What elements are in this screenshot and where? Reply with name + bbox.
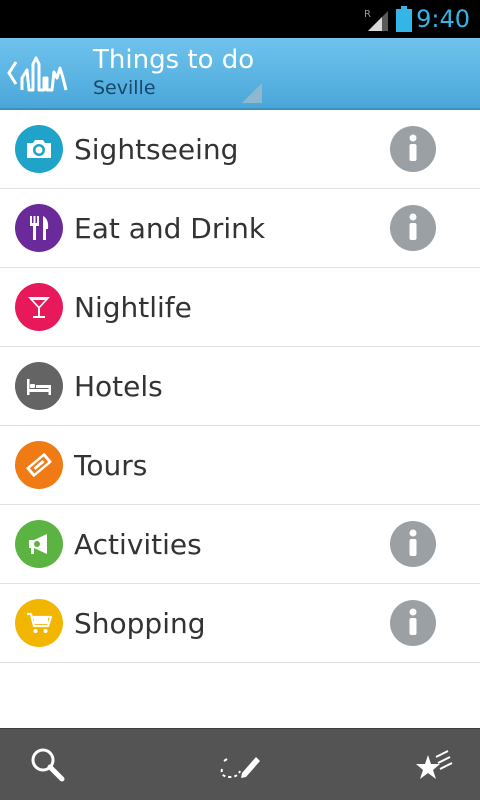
info-button[interactable]: [390, 126, 436, 172]
list-item-shopping[interactable]: Shopping: [0, 584, 480, 663]
status-time: 9:40: [416, 5, 470, 33]
favorites-button[interactable]: [410, 743, 454, 787]
roaming-indicator: R: [364, 9, 371, 20]
list-item-tours[interactable]: Tours: [0, 426, 480, 505]
list-item-hotels[interactable]: Hotels: [0, 347, 480, 426]
list-item-sightseeing[interactable]: Sightseeing: [0, 110, 480, 189]
shopping-cart-icon: [15, 599, 63, 647]
search-icon: [31, 748, 65, 782]
info-button[interactable]: [390, 521, 436, 567]
search-button[interactable]: [26, 743, 70, 787]
status-bar: R 9:40: [0, 0, 480, 38]
list-item-label: Eat and Drink: [74, 212, 266, 245]
location-title-block[interactable]: Things to do Seville: [93, 44, 263, 104]
list-item-label: Shopping: [74, 607, 206, 640]
list-item-label: Tours: [74, 449, 148, 482]
info-button[interactable]: [390, 600, 436, 646]
list-item-label: Sightseeing: [74, 133, 239, 166]
city-subtitle: Seville: [93, 77, 156, 99]
info-icon: [409, 529, 417, 556]
city-skyline-logo-icon[interactable]: [20, 56, 70, 92]
info-icon: [409, 134, 417, 161]
list-item-label: Activities: [74, 528, 202, 561]
info-icon: [409, 213, 417, 240]
list-item-nightlife[interactable]: Nightlife: [0, 268, 480, 347]
info-button[interactable]: [390, 205, 436, 251]
info-icon: [409, 608, 417, 635]
category-list: Sightseeing Eat and Drink Nightlife Hote…: [0, 110, 480, 663]
battery-icon: [396, 6, 412, 32]
chevron-left-icon[interactable]: [6, 60, 18, 86]
list-item-activities[interactable]: Activities: [0, 505, 480, 584]
list-item-label: Nightlife: [74, 291, 192, 324]
action-bar: Things to do Seville: [0, 38, 480, 110]
bottom-toolbar: [0, 728, 480, 800]
fork-knife-icon: [15, 204, 63, 252]
dropdown-indicator-icon: [242, 83, 262, 103]
megaphone-icon: [15, 520, 63, 568]
trip-planner-button[interactable]: [218, 743, 262, 787]
signal-icon: R: [364, 9, 388, 31]
list-item-label: Hotels: [74, 370, 163, 403]
camera-icon: [15, 125, 63, 173]
trip-planner-pencil-icon: [220, 757, 260, 779]
list-item-eat-and-drink[interactable]: Eat and Drink: [0, 189, 480, 268]
page-title: Things to do: [93, 45, 255, 75]
favorites-stars-icon: [416, 750, 453, 779]
bed-icon: [15, 362, 63, 410]
ticket-icon: [15, 441, 63, 489]
cocktail-icon: [15, 283, 63, 331]
